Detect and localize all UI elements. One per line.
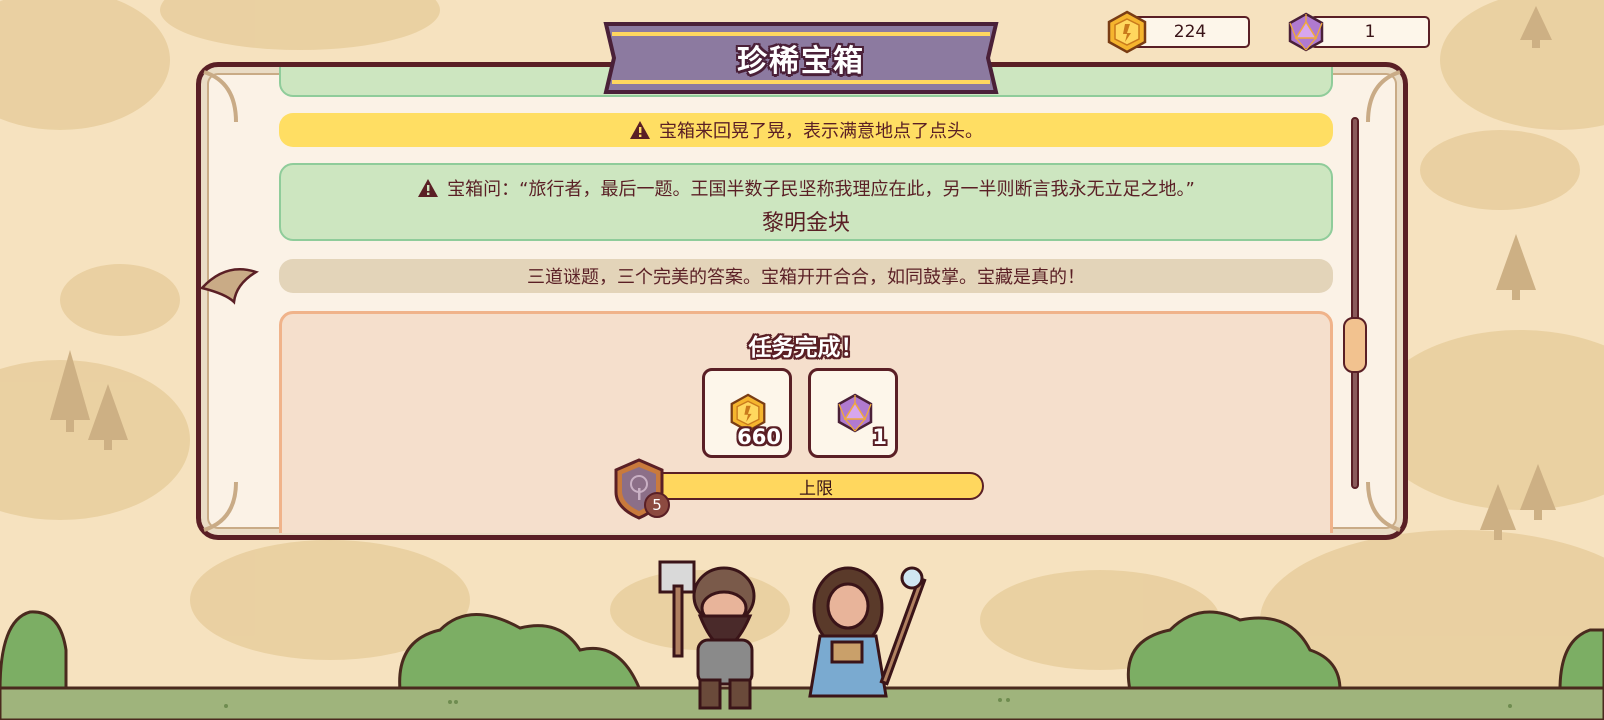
result-text: 三道谜题，三个完美的答案。宝箱开开合合，如同鼓掌。宝藏是真的！ xyxy=(527,267,1085,288)
hero-party-illustration xyxy=(658,560,927,710)
warning-icon xyxy=(630,121,650,139)
level-progress-bar: 上限 xyxy=(648,472,984,500)
reward-gold-quantity: 660 xyxy=(737,425,781,449)
riddle-answer-text: 黎明金块 xyxy=(761,211,850,236)
warning-icon xyxy=(418,179,439,197)
scrollbar-thumb[interactable] xyxy=(1343,317,1367,373)
page-title: 珍稀宝箱 xyxy=(737,44,865,79)
level-bar-label: 上限 xyxy=(799,478,833,499)
gold-amount: 224 xyxy=(1173,22,1207,42)
gold-counter: 224 xyxy=(1130,16,1250,48)
level-number-badge: 5 xyxy=(644,492,670,518)
quest-complete-box: 任务完成！ 660 1 上限 5 xyxy=(279,311,1333,533)
reward-gem-slot[interactable]: 1 xyxy=(808,368,898,458)
chest-reaction-text: 宝箱来回晃了晃，表示满意地点了点头。 xyxy=(659,121,983,142)
quest-complete-title: 任务完成！ xyxy=(748,335,864,361)
gem-amount: 1 xyxy=(1364,22,1376,42)
chest-reaction-message: 宝箱来回晃了晃，表示满意地点了点头。 xyxy=(279,113,1333,147)
result-message: 三道谜题，三个完美的答案。宝箱开开合合，如同鼓掌。宝藏是真的！ xyxy=(279,259,1333,293)
scrollbar-track[interactable] xyxy=(1351,117,1359,489)
message-log[interactable]: 宝箱来回晃了晃，表示满意地点了点头。 宝箱问：“旅行者，最后一题。王国半数子民坚… xyxy=(279,67,1333,533)
reward-gem-quantity: 1 xyxy=(872,425,887,449)
reward-gold-slot[interactable]: 660 xyxy=(702,368,792,458)
gem-counter: 1 xyxy=(1310,16,1430,48)
riddle-question-text: 宝箱问：“旅行者，最后一题。王国半数子民坚称我理应在此，另一半则断言我永无立足之… xyxy=(447,179,1195,200)
d20-gem-icon xyxy=(1288,12,1324,52)
gold-coin-icon xyxy=(1107,10,1147,54)
chest-panel: 宝箱来回晃了晃，表示满意地点了点头。 宝箱问：“旅行者，最后一题。王国半数子民坚… xyxy=(196,62,1408,540)
d20-gem-icon xyxy=(837,393,873,433)
riddle-message: 宝箱问：“旅行者，最后一题。王国半数子民坚称我理应在此，另一半则断言我永无立足之… xyxy=(279,163,1333,241)
